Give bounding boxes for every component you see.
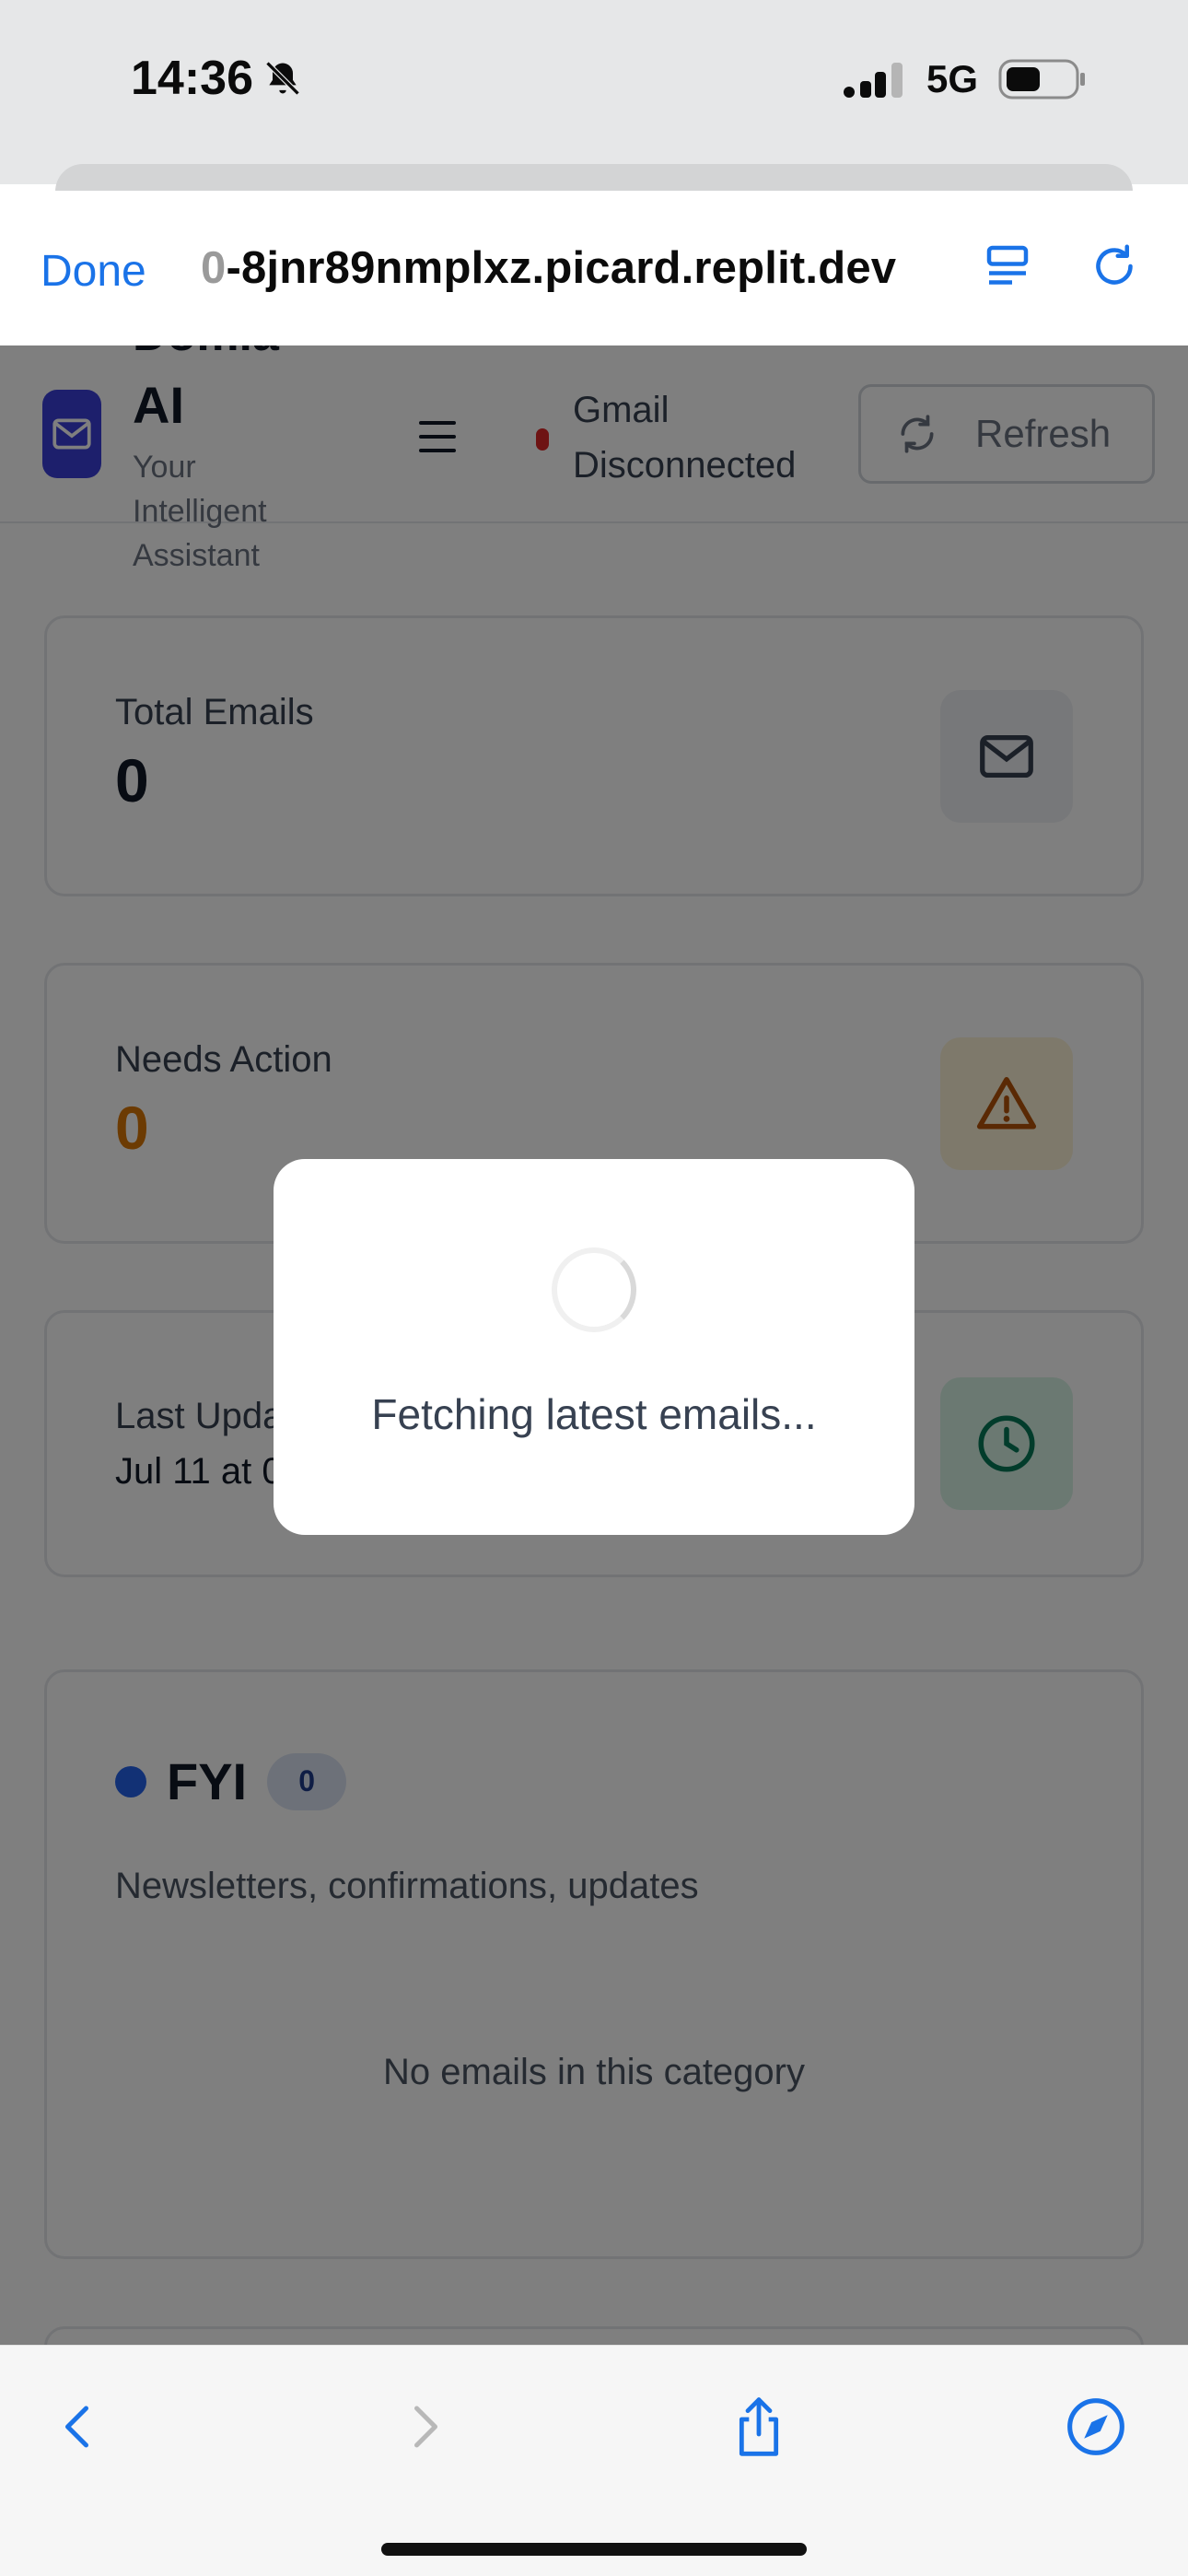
share-button[interactable]: [722, 2390, 796, 2464]
forward-button[interactable]: [387, 2390, 460, 2464]
done-button[interactable]: Done: [41, 246, 146, 297]
loading-spinner: [552, 1247, 636, 1332]
browser-toolbar: [0, 2345, 1188, 2576]
compass-icon: [1067, 2398, 1124, 2455]
signal-icon: [843, 63, 903, 98]
reader-view-icon[interactable]: [980, 239, 1035, 294]
loading-dialog: Fetching latest emails...: [274, 1159, 914, 1535]
status-time: 14:36: [131, 51, 303, 106]
status-bar: 14:36 5G: [0, 0, 1188, 184]
chevron-right-icon: [414, 2406, 437, 2448]
silent-bell-icon: [265, 61, 300, 96]
chevron-left-icon: [65, 2406, 88, 2448]
reload-icon[interactable]: [1087, 239, 1142, 294]
back-button[interactable]: [42, 2390, 116, 2464]
network-label: 5G: [926, 57, 978, 100]
url-bar[interactable]: 0-8jnr89nmplxz.picard.replit.dev: [201, 242, 896, 294]
open-in-safari-button[interactable]: [1059, 2390, 1133, 2464]
home-indicator: [381, 2543, 807, 2556]
browser-header: Done 0-8jnr89nmplxz.picard.replit.dev: [0, 191, 1188, 345]
web-page: Domia AI Your Intelligent Assistant Gmai…: [0, 345, 1188, 2345]
loading-text: Fetching latest emails...: [371, 1390, 817, 1438]
battery-icon: [998, 59, 1085, 100]
share-icon: [739, 2397, 779, 2456]
